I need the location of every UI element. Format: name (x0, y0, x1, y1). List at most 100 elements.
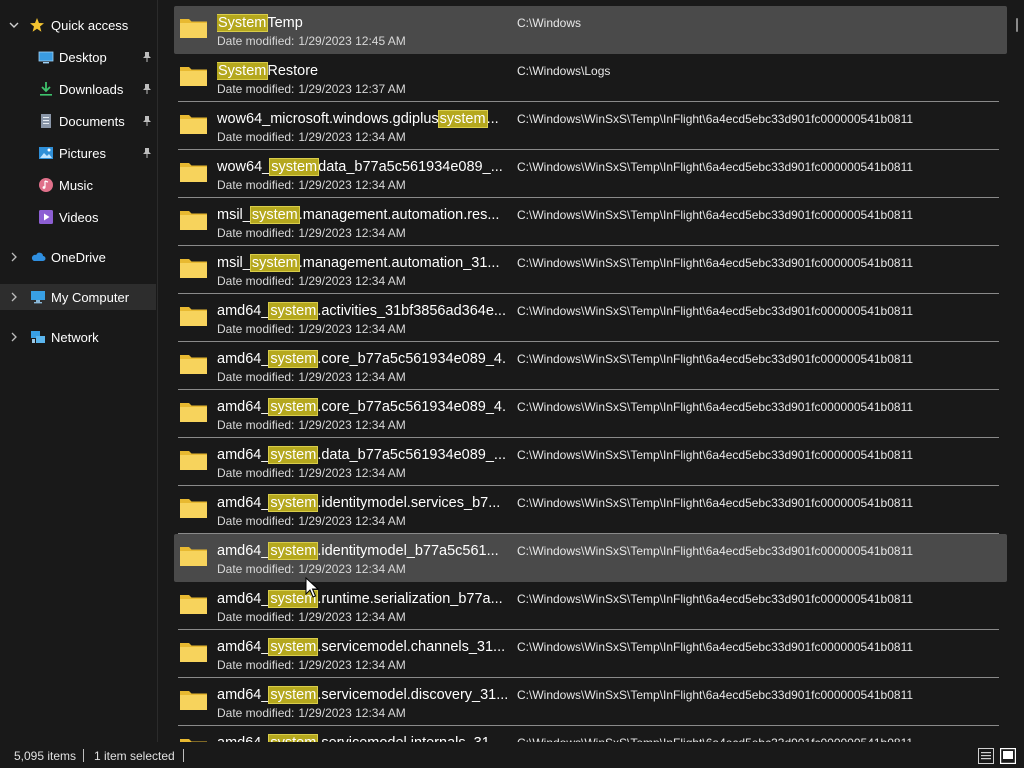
date-modified-value: 1/29/2023 12:34 AM (298, 514, 406, 528)
folder-icon (180, 211, 207, 230)
result-row[interactable]: amd64_system.servicemodel.internals_31..… (174, 726, 1007, 742)
result-row[interactable]: msil_system.management.automation_31... … (174, 246, 1007, 294)
result-row[interactable]: msil_system.management.automation.res...… (174, 198, 1007, 246)
date-modified: Date modified: 1/29/2023 12:34 AM (217, 226, 406, 240)
folder-icon (180, 115, 207, 134)
result-row[interactable]: amd64_system.activities_31bf3856ad364e..… (174, 294, 1007, 342)
file-name-prefix: amd64_ (217, 351, 270, 367)
tiles-view-icon[interactable] (999, 747, 1017, 765)
folder-icon (180, 259, 207, 278)
date-modified: Date modified: 1/29/2023 12:34 AM (217, 178, 406, 192)
date-modified-value: 1/29/2023 12:34 AM (298, 130, 406, 144)
nav-label: OneDrive (51, 250, 106, 265)
date-modified: Date modified: 1/29/2023 12:34 AM (217, 658, 406, 672)
file-name-suffix: .servicemodel.channels_31... (317, 639, 506, 655)
file-location: C:\Windows\WinSxS\Temp\InFlight\6a4ecd5e… (517, 496, 914, 510)
nav-label: Desktop (59, 50, 107, 65)
file-name: amd64_system.core_b77a5c561934e089_4... (217, 397, 507, 417)
file-name-prefix: msil_ (217, 255, 251, 271)
result-row[interactable]: SystemTemp Date modified: 1/29/2023 12:45… (174, 6, 1007, 54)
chevron-right-icon[interactable] (9, 292, 19, 302)
date-modified-label: Date modified: (217, 610, 295, 624)
file-name-suffix: .servicemodel.discovery_31... (317, 687, 507, 703)
item-count: 5,095 items (14, 749, 77, 763)
file-name-prefix: msil_ (217, 207, 251, 223)
nav-downloads[interactable]: Downloads (0, 76, 156, 102)
date-modified-label: Date modified: (217, 466, 295, 480)
search-match-highlight: system (268, 686, 319, 704)
pin-icon[interactable] (142, 147, 152, 159)
result-row[interactable]: amd64_system.runtime.serialization_b77a.… (174, 582, 1007, 630)
file-name-prefix: amd64_ (217, 399, 270, 415)
folder-icon (180, 19, 207, 38)
pin-icon[interactable] (142, 115, 152, 127)
date-modified-label: Date modified: (217, 418, 295, 432)
result-row[interactable]: amd64_system.core_b77a5c561934e089_4... … (174, 342, 1007, 390)
file-name-suffix: Restore (267, 63, 319, 79)
result-row[interactable]: amd64_system.data_b77a5c561934e089_... D… (174, 438, 1007, 486)
search-match-highlight: system (249, 206, 300, 224)
date-modified-value: 1/29/2023 12:37 AM (298, 82, 406, 96)
nav-music[interactable]: Music (0, 172, 156, 198)
result-row[interactable]: amd64_system.servicemodel.channels_31...… (174, 630, 1007, 678)
folder-icon (180, 307, 207, 326)
scrollbar-thumb[interactable] (1016, 18, 1018, 32)
nav-label: Videos (59, 210, 99, 225)
result-row[interactable]: SystemRestore Date modified: 1/29/2023 12… (174, 54, 1007, 102)
file-name: SystemRestore (217, 61, 507, 81)
nav-videos[interactable]: Videos (0, 204, 156, 230)
date-modified-label: Date modified: (217, 370, 295, 384)
chevron-right-icon[interactable] (9, 252, 19, 262)
nav-network[interactable]: Network (0, 324, 156, 350)
pin-icon[interactable] (142, 51, 152, 63)
nav-pictures[interactable]: Pictures (0, 140, 156, 166)
file-location: C:\Windows (517, 16, 582, 30)
download-icon (38, 81, 54, 97)
file-name-suffix: ... (486, 111, 499, 127)
folder-icon (180, 403, 207, 422)
search-match-highlight: system (268, 350, 319, 368)
nav-my-computer[interactable]: My Computer (0, 284, 156, 310)
pin-icon[interactable] (142, 83, 152, 95)
nav-label: Documents (59, 114, 125, 129)
result-row[interactable]: amd64_system.identitymodel.services_b7..… (174, 486, 1007, 534)
file-name-suffix: .data_b77a5c561934e089_... (317, 447, 507, 463)
file-name-suffix: data_b77a5c561934e089_... (318, 159, 503, 175)
folder-icon (180, 355, 207, 374)
date-modified-value: 1/29/2023 12:45 AM (298, 34, 406, 48)
search-match-highlight: system (268, 542, 319, 560)
chevron-down-icon[interactable] (9, 20, 19, 30)
folder-icon (180, 67, 207, 86)
details-view-icon[interactable] (978, 748, 994, 764)
result-row[interactable]: wow64_microsoft.windows.gdiplussystem...… (174, 102, 1007, 150)
result-row[interactable]: amd64_system.identitymodel_b77a5c561... … (174, 534, 1007, 582)
file-location: C:\Windows\WinSxS\Temp\InFlight\6a4ecd5e… (517, 160, 914, 174)
date-modified: Date modified: 1/29/2023 12:34 AM (217, 418, 406, 432)
nav-desktop[interactable]: Desktop (0, 44, 156, 70)
search-match-highlight: System (217, 62, 269, 80)
date-modified: Date modified: 1/29/2023 12:34 AM (217, 322, 406, 336)
file-location: C:\Windows\WinSxS\Temp\InFlight\6a4ecd5e… (517, 304, 914, 318)
nav-label: My Computer (51, 290, 130, 305)
file-name: wow64_systemdata_b77a5c561934e089_... (217, 157, 507, 177)
file-location: C:\Windows\WinSxS\Temp\InFlight\6a4ecd5e… (517, 688, 914, 702)
date-modified-value: 1/29/2023 12:34 AM (298, 370, 406, 384)
result-row[interactable]: amd64_system.core_b77a5c561934e089_4... … (174, 390, 1007, 438)
nav-label: Music (59, 178, 93, 193)
file-name-suffix: .management.automation_31... (298, 255, 500, 271)
chevron-right-icon[interactable] (9, 332, 19, 342)
file-name: amd64_system.servicemodel.internals_31..… (217, 733, 507, 742)
date-modified-label: Date modified: (217, 322, 295, 336)
file-name-prefix: amd64_ (217, 591, 270, 607)
file-name: amd64_system.servicemodel.discovery_31..… (217, 685, 507, 705)
search-match-highlight: system (437, 110, 488, 128)
selection-count: 1 item selected (94, 749, 175, 763)
nav-quick-access[interactable]: Quick access (0, 12, 156, 38)
result-row[interactable]: wow64_systemdata_b77a5c561934e089_... Da… (174, 150, 1007, 198)
network-icon (30, 329, 46, 345)
result-row[interactable]: amd64_system.servicemodel.discovery_31..… (174, 678, 1007, 726)
nav-label: Downloads (59, 82, 124, 97)
nav-documents[interactable]: Documents (0, 108, 156, 134)
file-name-suffix: .core_b77a5c561934e089_4... (317, 351, 507, 367)
nav-onedrive[interactable]: OneDrive (0, 244, 156, 270)
